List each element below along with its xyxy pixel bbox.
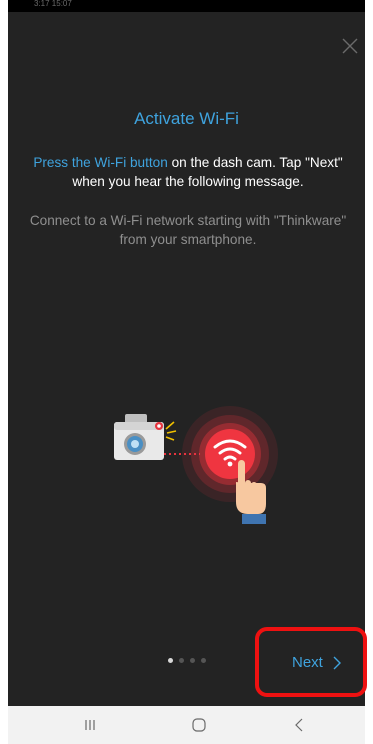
close-icon (342, 38, 358, 54)
page-dot-active (168, 658, 173, 663)
hint-text: Connect to a Wi-Fi network starting with… (29, 213, 347, 247)
next-button-label: Next (292, 654, 323, 671)
chevron-right-icon (333, 656, 341, 670)
instruction-text: Press the Wi-Fi button on the dash cam. … (28, 153, 348, 191)
next-button[interactable]: Next (292, 654, 341, 672)
instruction-highlight: Press the Wi-Fi button (33, 155, 168, 170)
close-button[interactable] (339, 35, 361, 57)
back-icon (295, 718, 303, 732)
recent-apps-button[interactable] (60, 706, 120, 744)
status-bar: 3:17 15:07 (8, 0, 365, 12)
home-icon (192, 718, 206, 732)
page-dot (190, 658, 195, 663)
page-title: Activate Wi-Fi (134, 109, 239, 128)
wifi-activation-screen: Activate Wi-Fi Press the Wi-Fi button on… (8, 12, 365, 706)
system-nav-bar (8, 706, 365, 744)
back-button[interactable] (269, 706, 329, 744)
dash-cam-icon (114, 414, 177, 460)
status-time: 3:17 15:07 (34, 0, 72, 8)
page-dot (179, 658, 184, 663)
home-button[interactable] (169, 706, 229, 744)
page-dot (201, 658, 206, 663)
recent-apps-icon (85, 720, 95, 730)
wifi-illustration (100, 402, 285, 532)
